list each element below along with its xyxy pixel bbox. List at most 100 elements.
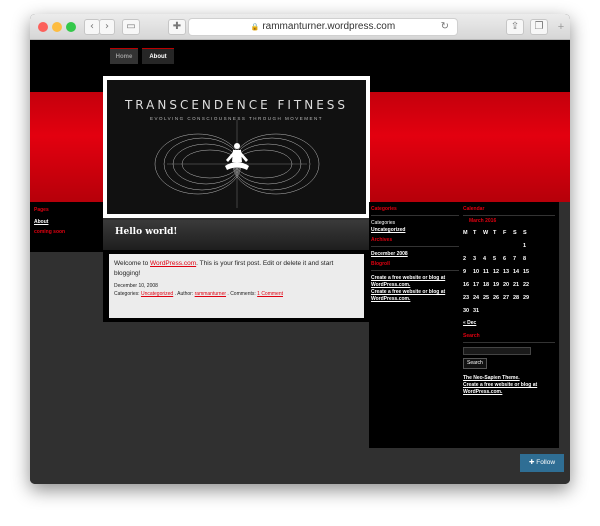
calendar-day: 14: [513, 269, 520, 275]
calendar-day: 15: [523, 269, 530, 275]
coming-soon-label: coming soon: [34, 229, 66, 235]
author-label: . Author:: [173, 291, 195, 297]
post-header: Hello world!: [103, 220, 370, 250]
post-body: Welcome to WordPress.com. This is your f…: [109, 254, 364, 318]
zoom-window-button[interactable]: [66, 22, 76, 32]
archive-link[interactable]: December 2008: [371, 251, 459, 258]
browser-toolbar: ‹ › ▭ ✚ 🔒 rammanturner.wordpress.com ↻ ⇪…: [30, 14, 570, 40]
follow-icon: ✚: [528, 459, 535, 466]
header-banner[interactable]: TRANSCENDENCE FITNESS EVOLVING CONSCIOUS…: [103, 76, 370, 218]
follow-button[interactable]: ✚ Follow: [520, 454, 564, 472]
weekday: M: [463, 230, 468, 236]
calendar-day: [493, 305, 503, 318]
forward-button[interactable]: ›: [99, 19, 115, 35]
post-date: December 10, 2008: [114, 283, 158, 289]
calendar-day: [513, 240, 523, 253]
wordpress-footer-link[interactable]: Create a free website or blog at WordPre…: [463, 382, 555, 396]
calendar-day: 27: [503, 295, 510, 301]
calendar-day: [483, 240, 493, 253]
sidebar-item-about[interactable]: About: [34, 219, 100, 226]
calendar-day: 16: [463, 282, 470, 288]
middle-sidebar: Categories Categories Uncategorized Arch…: [371, 206, 459, 303]
post-category-link[interactable]: Uncategorized: [141, 291, 173, 297]
calendar-day: 6: [503, 256, 507, 262]
calendar-day: [513, 305, 523, 318]
address-bar[interactable]: 🔒 rammanturner.wordpress.com ↻: [188, 18, 458, 36]
sidebar-toggle-button[interactable]: ▭: [122, 19, 140, 35]
web-page: Home About TRANSCENDENCE FITNESS EVOLVIN…: [30, 40, 570, 484]
calendar-day: 13: [503, 269, 510, 275]
close-window-button[interactable]: [38, 22, 48, 32]
search-button[interactable]: Search: [463, 358, 487, 369]
calendar-day: 23: [463, 295, 470, 301]
post-meta: Categories: Uncategorized . Author: ramm…: [114, 291, 359, 297]
weekday: T: [473, 230, 477, 236]
blogroll-link[interactable]: Create a free website or blog at WordPre…: [371, 289, 459, 303]
blogroll-link[interactable]: Create a free website or blog at WordPre…: [371, 275, 459, 289]
right-sidebar: Categories Categories Uncategorized Arch…: [369, 202, 559, 448]
header-banner-image: TRANSCENDENCE FITNESS EVOLVING CONSCIOUS…: [107, 80, 366, 214]
calendar-week: 23 24 25 26 27 28 29: [463, 292, 533, 305]
calendar-day: 19: [493, 282, 500, 288]
calendar-day: 5: [493, 256, 497, 262]
extension-icon[interactable]: ✚: [168, 19, 186, 35]
reload-icon[interactable]: ↻: [441, 19, 449, 35]
categories-heading: Categories: [371, 206, 397, 212]
post-comments-link[interactable]: 1 Comment: [257, 291, 283, 297]
calendar-week: 1: [463, 240, 533, 253]
post-title[interactable]: Hello world!: [115, 227, 177, 237]
share-button[interactable]: ⇪: [506, 19, 524, 35]
search-heading: Search: [463, 333, 480, 339]
wordpress-link[interactable]: WordPress.com: [150, 260, 196, 267]
calendar-day: 30: [463, 308, 470, 314]
calendar-day: 20: [503, 282, 510, 288]
calendar-day: 3: [473, 256, 477, 262]
calendar-month: March 2016: [469, 218, 497, 224]
calendar-day: 9: [463, 269, 467, 275]
calendar-widget: Calendar March 2016 M T W T F S S 1 2345…: [463, 206, 555, 396]
calendar-heading: Calendar: [463, 206, 485, 212]
new-tab-button[interactable]: +: [554, 19, 568, 35]
archives-heading: Archives: [371, 237, 393, 243]
calendar-day: 18: [483, 282, 490, 288]
calendar-day: 4: [483, 256, 487, 262]
calendar-day: 2: [463, 256, 467, 262]
calendar-week: 16 17 18 19 20 21 22: [463, 279, 533, 292]
post-content: Welcome to WordPress.com. This is your f…: [114, 259, 359, 278]
calendar-day: 29: [523, 295, 530, 301]
categories-text: Categories: [371, 220, 396, 226]
sidebar-category-link[interactable]: Uncategorized: [371, 227, 459, 234]
calendar-week: 9 10 11 12 13 14 15: [463, 266, 533, 279]
follow-label: Follow: [536, 459, 556, 466]
weekday: W: [483, 230, 489, 236]
minimize-window-button[interactable]: [52, 22, 62, 32]
back-button[interactable]: ‹: [84, 19, 100, 35]
tab-about[interactable]: About: [142, 48, 174, 64]
lock-icon: 🔒: [250, 24, 260, 31]
calendar-day: [483, 305, 493, 318]
weekday: F: [503, 230, 507, 236]
calendar-weekdays: M T W T F S S: [463, 227, 533, 240]
weekday: T: [493, 230, 497, 236]
calendar-day: 1: [523, 243, 527, 249]
post-author-link[interactable]: rammanturner: [195, 291, 226, 297]
browser-window: ‹ › ▭ ✚ 🔒 rammanturner.wordpress.com ↻ ⇪…: [30, 14, 570, 484]
calendar-day: [493, 240, 503, 253]
left-sidebar: Pages About coming soon: [34, 207, 100, 236]
calendar-day: 21: [513, 282, 520, 288]
calendar-day: [463, 240, 473, 253]
calendar-day: 11: [483, 269, 489, 275]
theme-link[interactable]: The Neo-Sapien Theme.: [463, 375, 555, 382]
weekday: S: [523, 230, 527, 236]
comments-label: . Comments:: [226, 291, 258, 297]
calendar-day: 7: [513, 256, 517, 262]
search-input[interactable]: [463, 347, 531, 355]
calendar-prev-link[interactable]: « Dec: [463, 320, 555, 327]
calendar-week: 30 31: [463, 305, 533, 318]
calendar-day: 8: [523, 256, 527, 262]
tabs-button[interactable]: ❐: [530, 19, 548, 35]
meditation-logo-icon: [154, 120, 320, 208]
weekday: S: [513, 230, 517, 236]
tab-home[interactable]: Home: [110, 48, 138, 64]
calendar-day: 25: [483, 295, 490, 301]
